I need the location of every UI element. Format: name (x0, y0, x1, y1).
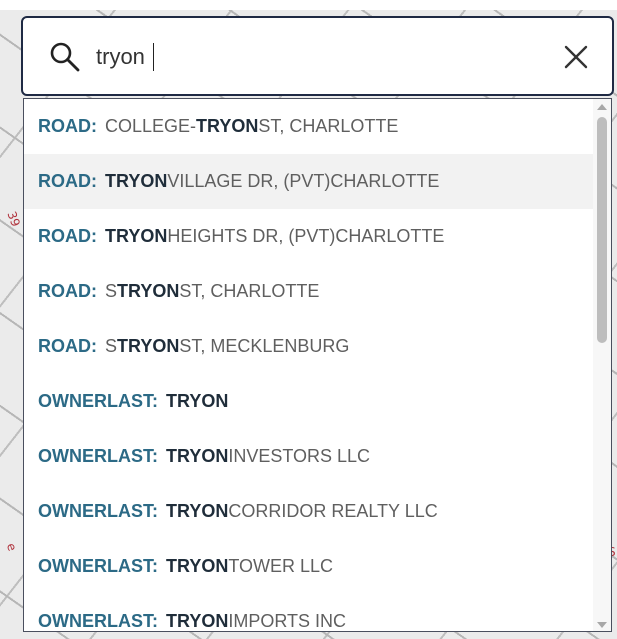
suggestion-prefix: COLLEGE- (105, 116, 197, 136)
close-icon (564, 45, 588, 69)
suggestion-category: OWNERLAST: (38, 556, 158, 576)
suggestion-match: TRYON (166, 391, 229, 411)
suggestion-category: OWNERLAST: (38, 501, 158, 521)
suggestion-category: OWNERLAST: (38, 391, 158, 411)
suggestion-item[interactable]: ROAD: TRYON HEIGHTS DR, (PVT)CHARLOTTE (24, 209, 594, 264)
suggestion-suffix: ST, MECKLENBURG (179, 336, 350, 356)
search-input[interactable] (96, 38, 536, 76)
suggestion-category: ROAD: (38, 171, 97, 191)
suggestion-category: OWNERLAST: (38, 446, 158, 466)
suggestion-suffix: IMPORTS INC (228, 611, 347, 631)
clear-button[interactable] (558, 38, 594, 76)
suggestion-match: TRYON (105, 226, 168, 246)
suggestion-item[interactable]: ROAD: COLLEGE- TRYON ST, CHARLOTTE (24, 99, 594, 154)
scroll-thumb[interactable] (597, 117, 607, 343)
scroll-up-arrow-icon[interactable] (597, 104, 607, 110)
suggestion-prefix: S (105, 281, 118, 301)
suggestion-match: TRYON (166, 556, 229, 576)
suggestion-suffix: INVESTORS LLC (228, 446, 371, 466)
suggestion-suffix: TOWER LLC (228, 556, 334, 576)
suggestion-category: ROAD: (38, 336, 97, 356)
suggestion-match: TRYON (166, 446, 229, 466)
suggestion-match: TRYON (166, 611, 229, 631)
suggestion-category: ROAD: (38, 226, 97, 246)
suggestion-item[interactable]: OWNERLAST: TRYON TOWER LLC (24, 539, 594, 594)
suggestion-dropdown: ROAD: COLLEGE- TRYON ST, CHARLOTTE ROAD: TRY… (23, 98, 612, 632)
suggestion-item[interactable]: OWNERLAST: TRYON (24, 374, 594, 429)
suggestion-category: ROAD: (38, 281, 97, 301)
suggestion-match: TRYON (196, 116, 259, 136)
suggestion-list: ROAD: COLLEGE- TRYON ST, CHARLOTTE ROAD: TRY… (24, 99, 594, 631)
suggestion-category: ROAD: (38, 116, 97, 136)
suggestion-item[interactable]: ROAD: S TRYON ST, CHARLOTTE (24, 264, 594, 319)
suggestion-prefix: S (105, 336, 118, 356)
text-caret (153, 43, 154, 71)
suggestion-item[interactable]: ROAD: S TRYON ST, MECKLENBURG (24, 319, 594, 374)
suggestion-item[interactable]: OWNERLAST: TRYON CORRIDOR REALTY LLC (24, 484, 594, 539)
suggestion-suffix: ST, CHARLOTTE (179, 281, 320, 301)
suggestion-match: TRYON (117, 336, 180, 356)
suggestion-match: TRYON (166, 501, 229, 521)
suggestion-item[interactable]: OWNERLAST: TRYON IMPORTS INC (24, 594, 594, 631)
suggestion-match: TRYON (117, 281, 180, 301)
suggestion-category: OWNERLAST: (38, 611, 158, 631)
suggestion-suffix: ST, CHARLOTTE (258, 116, 399, 136)
search-icon (50, 42, 80, 72)
top-strip (0, 0, 617, 10)
suggestion-suffix: HEIGHTS DR, (PVT)CHARLOTTE (167, 226, 445, 246)
scroll-down-arrow-icon[interactable] (597, 622, 607, 628)
suggestion-item[interactable]: OWNERLAST: TRYON INVESTORS LLC (24, 429, 594, 484)
suggestion-suffix: CORRIDOR REALTY LLC (228, 501, 438, 521)
suggestion-item[interactable]: ROAD: TRYON VILLAGE DR, (PVT)CHARLOTTE (24, 154, 594, 209)
scrollbar[interactable] (593, 99, 611, 631)
suggestion-match: TRYON (105, 171, 168, 191)
search-box[interactable] (21, 16, 614, 96)
suggestion-suffix: VILLAGE DR, (PVT)CHARLOTTE (167, 171, 440, 191)
